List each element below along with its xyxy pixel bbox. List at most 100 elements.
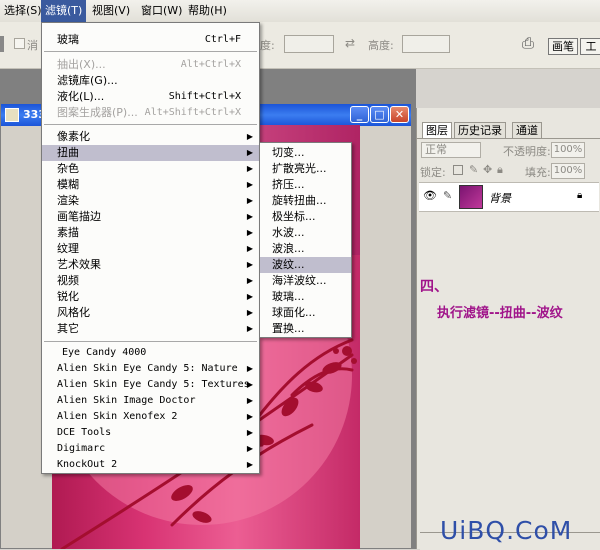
- menu-item-plugin[interactable]: Alien Skin Eye Candy 5: Textures ▶: [42, 377, 259, 393]
- menu-item-render[interactable]: 渲染 ▶: [42, 193, 259, 209]
- step-instruction: 执行滤镜--扭曲--波纹: [437, 306, 563, 321]
- tool-preset-tab[interactable]: 工: [580, 38, 600, 55]
- submenu-arrow-icon: ▶: [246, 212, 253, 221]
- menu-item-spherize[interactable]: 球面化...: [260, 305, 351, 321]
- layer-row[interactable]: 👁︎ ✎ 背景 🔒︎: [419, 182, 599, 212]
- menu-item-plugin[interactable]: Digimarc ▶: [42, 441, 259, 457]
- menu-item-filter-gallery[interactable]: 滤镜库(G)...: [42, 73, 259, 89]
- step-number: 四、: [420, 279, 448, 295]
- menu-item-shear[interactable]: 切变...: [260, 145, 351, 161]
- menu-item-video[interactable]: 视频 ▶: [42, 273, 259, 289]
- swap-icon[interactable]: ⇄: [345, 36, 355, 50]
- submenu-arrow-icon: ▶: [246, 308, 253, 317]
- clear-label: 消: [27, 39, 38, 52]
- opacity-field[interactable]: 100%: [551, 142, 585, 158]
- menu-item-other[interactable]: 其它 ▶: [42, 321, 259, 337]
- opacity-label: 不透明度:: [503, 145, 551, 158]
- menu-item-polar-coordinates[interactable]: 极坐标...: [260, 209, 351, 225]
- lock-icon: 🔒︎: [577, 190, 583, 201]
- menu-item-plugin[interactable]: Eye Candy 4000: [42, 345, 259, 361]
- menu-filter[interactable]: 滤镜(T): [41, 0, 87, 22]
- lock-position-icon[interactable]: ✥: [483, 163, 492, 176]
- submenu-arrow-icon: ▶: [246, 196, 253, 205]
- brush-palette-tab[interactable]: 画笔: [548, 38, 578, 55]
- menu-separator: [44, 124, 257, 125]
- fill-field[interactable]: 100%: [551, 163, 585, 179]
- submenu-arrow-icon: ▶: [246, 228, 253, 237]
- menu-item-ripple[interactable]: 波纹...: [260, 257, 351, 273]
- menu-help[interactable]: 帮助(H): [184, 0, 231, 22]
- menu-item-glass[interactable]: 玻璃...: [260, 289, 351, 305]
- layer-name: 背景: [489, 192, 511, 205]
- menu-item-pinch[interactable]: 挤压...: [260, 177, 351, 193]
- menu-item-plugin[interactable]: Alien Skin Xenofex 2 ▶: [42, 409, 259, 425]
- menu-item-plugin[interactable]: Alien Skin Image Doctor ▶: [42, 393, 259, 409]
- menu-item-ocean-ripple[interactable]: 海洋波纹...: [260, 273, 351, 289]
- menu-item-wave[interactable]: 波浪...: [260, 241, 351, 257]
- menu-item-twirl[interactable]: 旋转扭曲...: [260, 193, 351, 209]
- submenu-arrow-icon: ▶: [246, 244, 253, 253]
- submenu-arrow-icon: ▶: [246, 324, 253, 333]
- menu-item-sharpen[interactable]: 锐化 ▶: [42, 289, 259, 305]
- printer-icon[interactable]: ⎙: [515, 32, 541, 54]
- menu-item-texture[interactable]: 纹理 ▶: [42, 241, 259, 257]
- layers-panel: 图层 历史记录 通道 正常 不透明度: 100% 锁定: ✎ ✥ 🔒︎ 填充: …: [416, 108, 600, 549]
- menu-item-zigzag[interactable]: 水波...: [260, 225, 351, 241]
- submenu-arrow-icon: ▶: [246, 276, 253, 285]
- menu-item-pixelate[interactable]: 像素化 ▶: [42, 129, 259, 145]
- height-field[interactable]: [402, 35, 450, 53]
- tab-layers[interactable]: 图层: [422, 122, 452, 138]
- blend-mode-select[interactable]: 正常: [421, 142, 481, 158]
- menu-item-pattern-maker: 图案生成器(P)... Alt+Shift+Ctrl+X: [57, 106, 241, 119]
- fill-label: 填充:: [525, 166, 551, 179]
- menu-item-blur[interactable]: 模糊 ▶: [42, 177, 259, 193]
- menu-item-extract: 抽出(X)... Alt+Ctrl+X: [57, 58, 241, 71]
- clear-checkbox[interactable]: [14, 38, 25, 49]
- menu-bar: 选择(S) 滤镜(T) 视图(V) 窗口(W) 帮助(H): [0, 0, 600, 23]
- filter-menu: 玻璃 Ctrl+F 抽出(X)... Alt+Ctrl+X 滤镜库(G)... 液化…: [41, 22, 260, 474]
- menu-view[interactable]: 视图(V): [88, 0, 134, 22]
- submenu-arrow-icon: ▶: [246, 180, 253, 189]
- lock-transparency-icon[interactable]: [453, 165, 463, 175]
- menu-item-artistic[interactable]: 艺术效果 ▶: [42, 257, 259, 273]
- menu-item-brush-strokes[interactable]: 画笔描边 ▶: [42, 209, 259, 225]
- menu-item-plugin[interactable]: Alien Skin Eye Candy 5: Nature ▶: [42, 361, 259, 377]
- submenu-arrow-icon: ▶: [246, 164, 253, 173]
- submenu-arrow-icon: ▶: [246, 396, 253, 405]
- submenu-arrow-icon: ▶: [246, 444, 253, 453]
- submenu-arrow-icon: ▶: [246, 148, 253, 157]
- submenu-arrow-icon: ▶: [246, 428, 253, 437]
- menu-separator: [44, 341, 257, 342]
- tab-divider: [417, 138, 600, 139]
- menu-item-plugin[interactable]: KnockOut 2 ▶: [42, 457, 259, 473]
- menu-separator: [44, 51, 257, 52]
- maximize-icon[interactable]: □: [370, 106, 389, 123]
- visibility-eye-icon[interactable]: 👁︎: [423, 189, 437, 202]
- menu-item-distort[interactable]: 扭曲 ▶: [42, 145, 259, 161]
- lock-pixels-icon[interactable]: ✎: [469, 163, 478, 176]
- menu-item-diffuse-glow[interactable]: 扩散亮光...: [260, 161, 351, 177]
- layer-thumbnail: [459, 185, 483, 209]
- tab-history[interactable]: 历史记录: [454, 122, 506, 138]
- close-icon[interactable]: ✕: [390, 106, 409, 123]
- submenu-arrow-icon: ▶: [246, 132, 253, 141]
- menu-item-displace[interactable]: 置换...: [260, 321, 351, 337]
- tab-channels[interactable]: 通道: [512, 122, 542, 138]
- menu-window[interactable]: 窗口(W): [137, 0, 186, 22]
- height-label: 高度:: [368, 39, 394, 52]
- menu-item-sketch[interactable]: 素描 ▶: [42, 225, 259, 241]
- menu-item-stylize[interactable]: 风格化 ▶: [42, 305, 259, 321]
- submenu-arrow-icon: ▶: [246, 364, 253, 373]
- menu-item-plugin[interactable]: DCE Tools ▶: [42, 425, 259, 441]
- menu-item-noise[interactable]: 杂色 ▶: [42, 161, 259, 177]
- menu-item-last-filter[interactable]: 玻璃 Ctrl+F: [42, 32, 259, 48]
- tool-swatch: [0, 36, 4, 52]
- menu-item-liquify[interactable]: 液化(L)... Shift+Ctrl+X: [42, 89, 259, 105]
- lock-all-icon[interactable]: 🔒︎: [497, 163, 503, 177]
- submenu-arrow-icon: ▶: [246, 380, 253, 389]
- menu-select[interactable]: 选择(S): [0, 0, 46, 22]
- minimize-icon[interactable]: _: [350, 106, 369, 123]
- width-field[interactable]: [284, 35, 334, 53]
- submenu-arrow-icon: ▶: [246, 412, 253, 421]
- lock-label: 锁定:: [420, 166, 446, 179]
